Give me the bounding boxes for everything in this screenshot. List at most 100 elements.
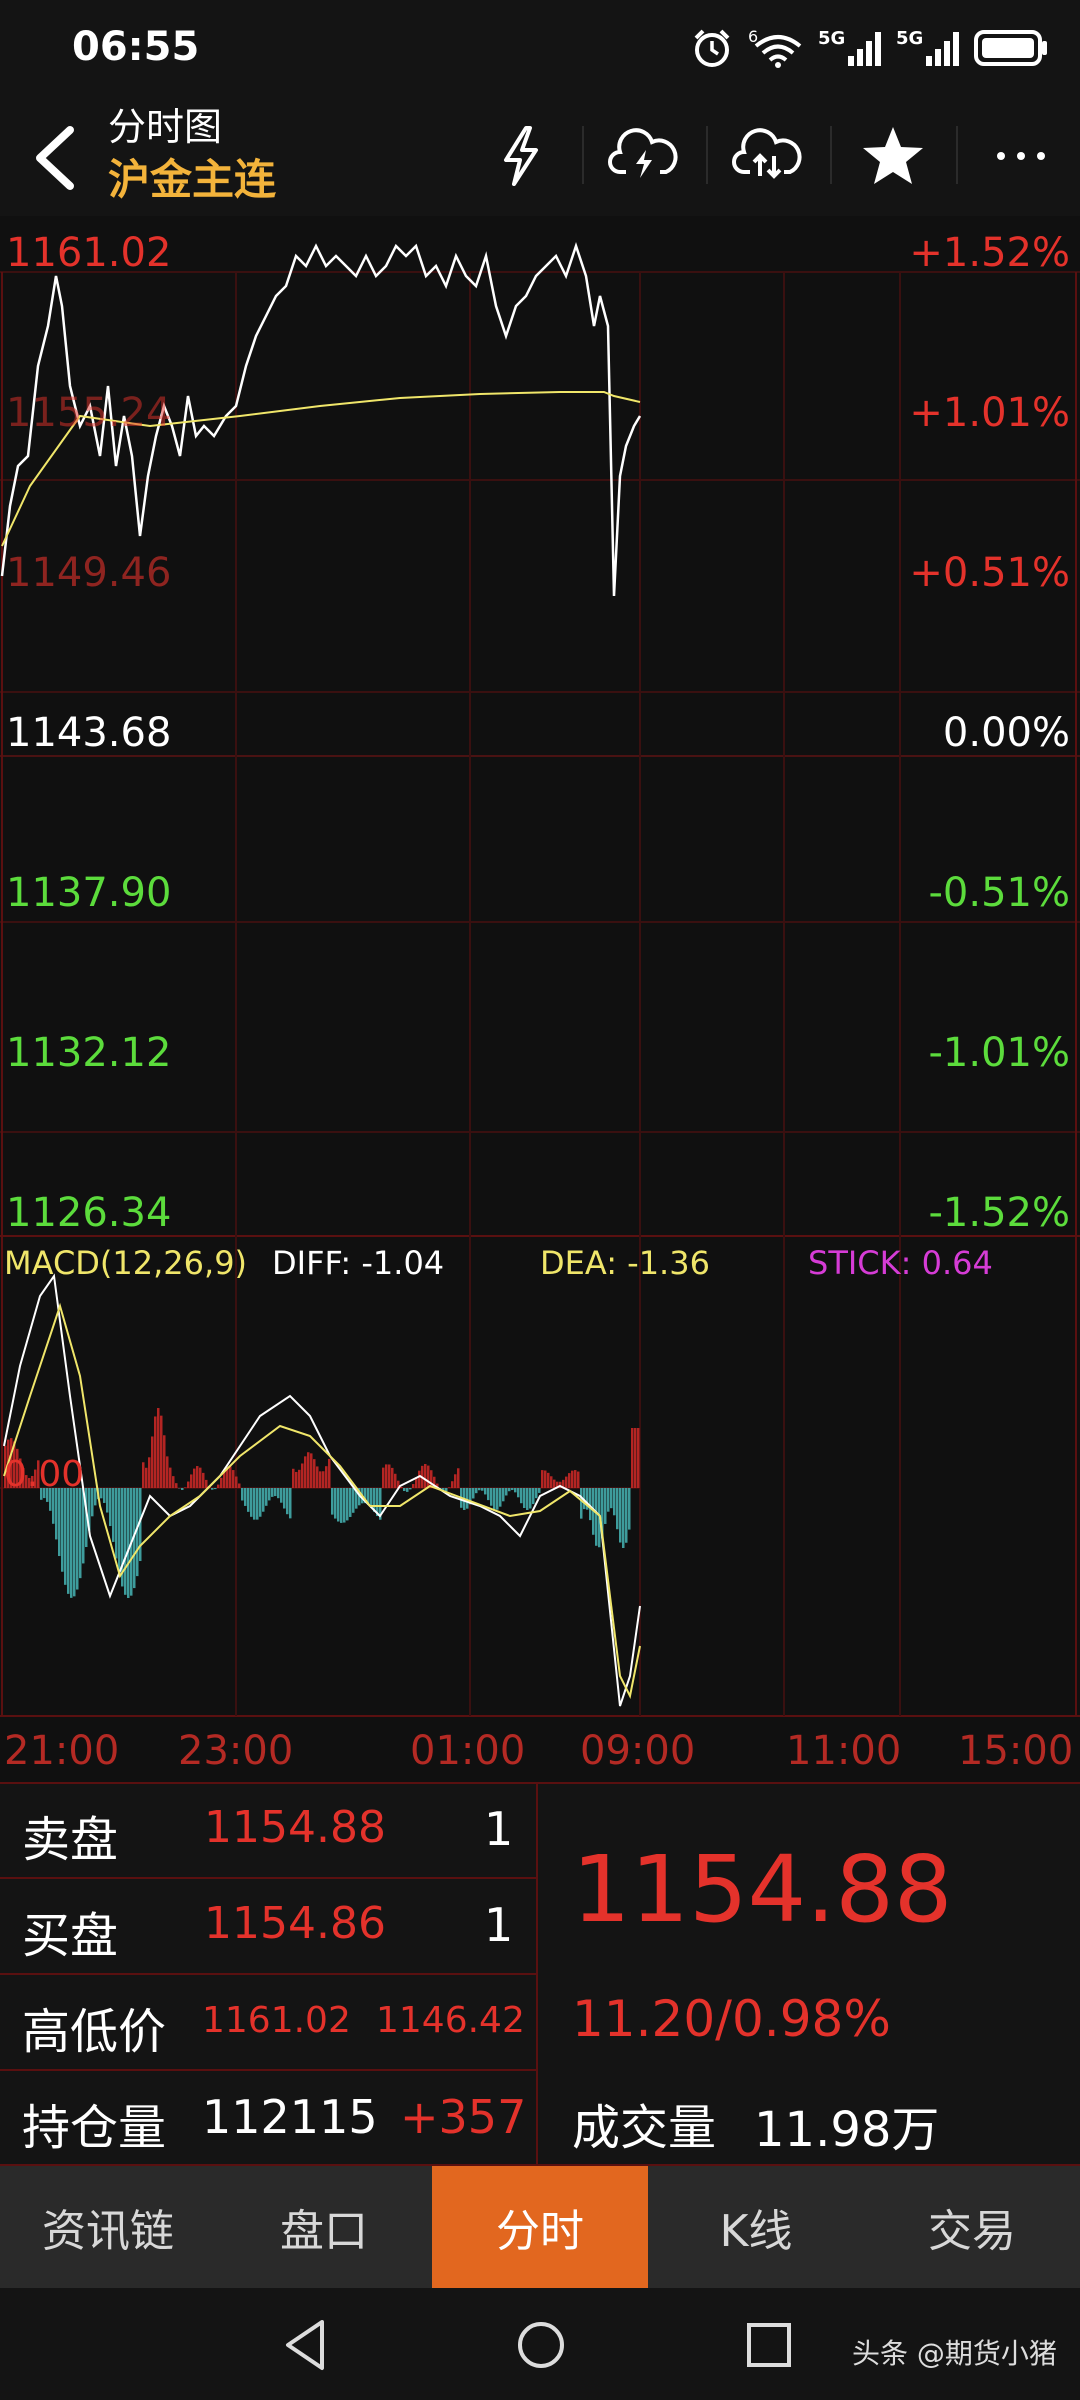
cloud-sync-button[interactable]: [722, 114, 812, 198]
macd-stick: [616, 1488, 619, 1530]
chart-canvas: [0, 242, 1080, 1717]
macd-stick: [274, 1488, 277, 1497]
intraday-chart[interactable]: 1161.02 1155.24 1149.46 1143.68 1137.90 …: [0, 216, 1080, 1786]
macd-stick: [277, 1488, 280, 1499]
open-interest-value: 112115: [202, 2090, 378, 2144]
macd-stick: [199, 1467, 202, 1488]
macd-stick: [538, 1488, 541, 1493]
macd-stick: [214, 1488, 217, 1490]
macd-stick: [382, 1467, 385, 1488]
flash-button[interactable]: [476, 114, 566, 198]
macd-stick: [235, 1476, 238, 1488]
tab-kline[interactable]: K线: [648, 2166, 864, 2288]
macd-stick: [301, 1463, 304, 1488]
tab-news-chain[interactable]: 资讯链: [0, 2166, 216, 2288]
macd-stick: [343, 1488, 346, 1523]
macd-stick: [307, 1452, 310, 1488]
macd-stick: [409, 1488, 412, 1490]
tab-intraday[interactable]: 分时: [432, 2166, 648, 2288]
macd-stick: [322, 1471, 325, 1488]
price-label-6: 1132.12: [6, 1030, 172, 1076]
macd-stick: [91, 1488, 94, 1517]
macd-stick: [154, 1416, 157, 1488]
macd-stick: [526, 1488, 529, 1510]
macd-stick: [619, 1488, 622, 1543]
nav-home-button[interactable]: [506, 2310, 576, 2380]
macd-stick: [622, 1488, 625, 1548]
macd-stick: [55, 1488, 58, 1540]
macd-stick: [220, 1477, 223, 1488]
macd-stick: [64, 1488, 67, 1585]
status-time: 06:55: [72, 24, 200, 70]
status-icons: 6 5G 5G: [690, 26, 1050, 70]
macd-stick: [607, 1488, 610, 1512]
macd-stick: [529, 1488, 532, 1509]
macd-stick: [310, 1453, 313, 1488]
tab-trade[interactable]: 交易: [864, 2166, 1080, 2288]
macd-stick: [394, 1473, 397, 1488]
macd-stick: [448, 1487, 451, 1488]
tab-order-book[interactable]: 盘口: [216, 2166, 432, 2288]
macd-stick: [418, 1470, 421, 1488]
macd-stick: [187, 1481, 190, 1488]
macd-stick: [352, 1488, 355, 1513]
macd-stick: [175, 1483, 178, 1488]
more-button[interactable]: [976, 114, 1066, 198]
macd-stick: [127, 1488, 130, 1598]
macd-stick: [466, 1488, 469, 1509]
high-low-label: 高低价: [22, 2004, 167, 2060]
macd-stick: [58, 1488, 61, 1557]
nav-back-button[interactable]: [272, 2310, 342, 2380]
macd-stick: [391, 1467, 394, 1488]
macd-stick: [172, 1476, 175, 1488]
circle-home-icon: [518, 2322, 564, 2368]
price-label-7: 1126.34: [6, 1190, 172, 1236]
price-label-2: 1155.24: [6, 390, 172, 436]
macd-stick: [211, 1488, 214, 1490]
macd-stick: [256, 1488, 259, 1520]
macd-stick: [166, 1456, 169, 1488]
back-button[interactable]: [22, 118, 92, 198]
triangle-back-icon: [286, 2320, 324, 2370]
macd-stick: [349, 1488, 352, 1517]
macd-stick: [481, 1488, 484, 1491]
cloud-flash-button[interactable]: [598, 114, 688, 198]
macd-stick: [283, 1488, 286, 1509]
nav-recents-button[interactable]: [734, 2310, 804, 2380]
macd-stick: [106, 1488, 109, 1513]
favorite-button[interactable]: [848, 114, 938, 198]
macd-stick: [412, 1484, 415, 1488]
macd-stick: [508, 1488, 511, 1492]
macd-stick: [148, 1457, 151, 1488]
macd-stick: [241, 1488, 244, 1501]
macd-stick: [424, 1464, 427, 1488]
macd-stick: [454, 1474, 457, 1488]
macd-stick: [553, 1479, 556, 1488]
macd-stick: [259, 1488, 262, 1517]
macd-stick: [70, 1488, 73, 1598]
macd-stick: [517, 1488, 520, 1498]
time-label-2: 23:00: [178, 1728, 294, 1774]
macd-stick: [100, 1488, 103, 1499]
dea-line: [3, 1302, 641, 1700]
dea-label: DEA: -1.36: [540, 1244, 710, 1282]
macd-stick: [496, 1488, 499, 1510]
price-label-3: 1149.46: [6, 550, 172, 596]
macd-stick: [487, 1488, 490, 1501]
macd-stick: [631, 1428, 634, 1488]
signal-icon-1: 5G: [818, 28, 881, 66]
macd-stick: [331, 1488, 334, 1515]
price-change: 11.20/0.98%: [572, 1990, 891, 2048]
pct-label-3: +0.51%: [909, 550, 1070, 596]
low-price: 1146.42: [376, 2000, 525, 2041]
macd-stick: [160, 1415, 163, 1488]
macd-stick: [145, 1467, 148, 1488]
macd-stick: [247, 1488, 250, 1512]
macd-stick: [265, 1488, 268, 1506]
macd-stick: [289, 1488, 292, 1519]
macd-stick: [232, 1470, 235, 1488]
macd-stick: [238, 1483, 241, 1488]
macd-stick: [346, 1488, 349, 1521]
macd-stick: [316, 1466, 319, 1488]
macd-stick: [118, 1488, 121, 1574]
